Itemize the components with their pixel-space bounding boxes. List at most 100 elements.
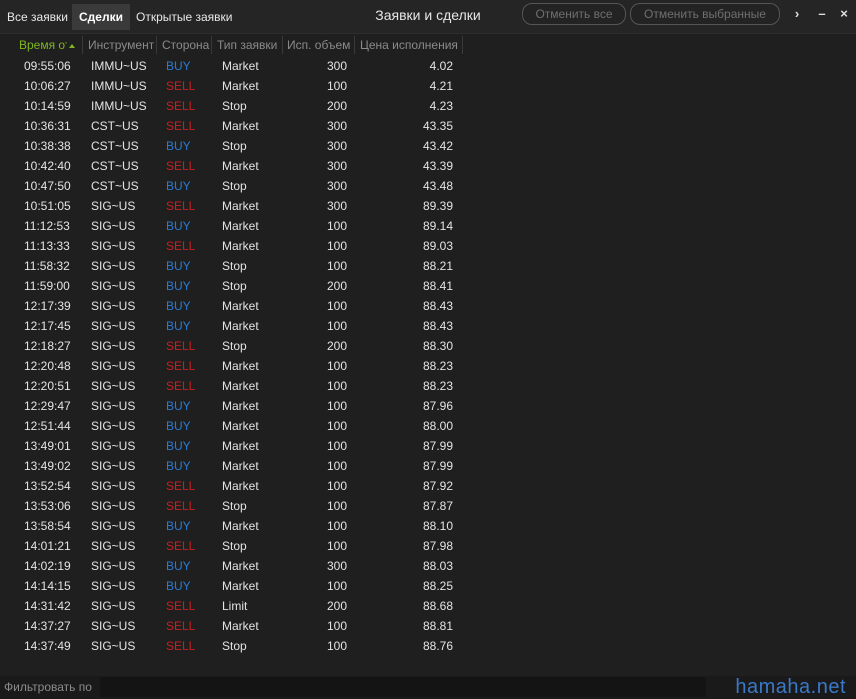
cell-time: 10:42:40 — [24, 159, 71, 173]
table-row[interactable]: 09:55:06 IMMU~US BUY Market 300 4.02 — [0, 56, 856, 76]
cell-volume: 100 — [326, 419, 347, 433]
cell-side: SELL — [166, 539, 196, 553]
cell-price: 43.42 — [422, 139, 453, 153]
table-row[interactable]: 13:52:54 SIG~US SELL Market 100 87.92 — [0, 476, 856, 496]
table-row[interactable]: 11:12:53 SIG~US BUY Market 100 89.14 — [0, 216, 856, 236]
cell-volume: 300 — [326, 119, 347, 133]
table-row[interactable]: 10:42:40 CST~US SELL Market 300 43.39 — [0, 156, 856, 176]
tab-open-orders[interactable]: Открытые заявки — [129, 4, 240, 30]
cell-type: Market — [222, 519, 259, 533]
cell-time: 13:58:54 — [24, 519, 71, 533]
cell-type: Stop — [222, 259, 247, 273]
cell-side: SELL — [166, 499, 196, 513]
cancel-selected-button[interactable]: Отменить выбранные — [630, 3, 780, 25]
cell-type: Market — [222, 579, 259, 593]
table-row[interactable]: 13:49:01 SIG~US BUY Market 100 87.99 — [0, 436, 856, 456]
column-header-time-label: Время от — [19, 38, 67, 52]
cell-side: BUY — [166, 279, 191, 293]
table-row[interactable]: 14:37:27 SIG~US SELL Market 100 88.81 — [0, 616, 856, 636]
cell-price: 88.41 — [422, 279, 453, 293]
table-row[interactable]: 13:58:54 SIG~US BUY Market 100 88.10 — [0, 516, 856, 536]
cell-price: 43.35 — [422, 119, 453, 133]
watermark: hamaha.net — [735, 676, 846, 698]
table-row[interactable]: 12:29:47 SIG~US BUY Market 100 87.96 — [0, 396, 856, 416]
table-row[interactable]: 13:49:02 SIG~US BUY Market 100 87.99 — [0, 456, 856, 476]
cell-side: BUY — [166, 299, 191, 313]
cell-type: Market — [222, 119, 259, 133]
tab-trades[interactable]: Сделки — [72, 4, 130, 30]
table-row[interactable]: 10:47:50 CST~US BUY Stop 300 43.48 — [0, 176, 856, 196]
cell-instrument: SIG~US — [91, 259, 136, 273]
cell-type: Stop — [222, 339, 247, 353]
table-row[interactable]: 11:59:00 SIG~US BUY Stop 200 88.41 — [0, 276, 856, 296]
column-header-volume[interactable]: Исп. объем — [287, 36, 355, 54]
table-row[interactable]: 10:06:27 IMMU~US SELL Market 100 4.21 — [0, 76, 856, 96]
column-header-price[interactable]: Цена исполнения — [360, 36, 463, 54]
cancel-all-button[interactable]: Отменить все — [522, 3, 626, 25]
cell-volume: 100 — [326, 539, 347, 553]
close-icon[interactable]: × — [835, 5, 853, 23]
cell-instrument: CST~US — [91, 179, 139, 193]
cell-volume: 100 — [326, 219, 347, 233]
cell-type: Market — [222, 379, 259, 393]
table-row[interactable]: 13:53:06 SIG~US SELL Stop 100 87.87 — [0, 496, 856, 516]
table-row[interactable]: 10:36:31 CST~US SELL Market 300 43.35 — [0, 116, 856, 136]
cell-price: 4.23 — [429, 99, 453, 113]
cell-time: 12:17:45 — [24, 319, 71, 333]
trades-table-body: 09:55:06 IMMU~US BUY Market 300 4.02 10:06:27 I… — [0, 56, 856, 656]
cell-type: Stop — [222, 139, 247, 153]
minimize-icon[interactable]: – — [813, 5, 831, 23]
cell-time: 12:17:39 — [24, 299, 71, 313]
table-row[interactable]: 12:17:45 SIG~US BUY Market 100 88.43 — [0, 316, 856, 336]
cell-volume: 200 — [326, 279, 347, 293]
cell-price: 87.96 — [422, 399, 453, 413]
cell-instrument: SIG~US — [91, 459, 136, 473]
cell-side: BUY — [166, 519, 191, 533]
column-header-instrument[interactable]: Инструмент — [88, 36, 157, 54]
cell-time: 11:13:33 — [24, 239, 70, 253]
cell-side: BUY — [166, 459, 191, 473]
table-row[interactable]: 12:20:51 SIG~US SELL Market 100 88.23 — [0, 376, 856, 396]
table-row[interactable]: 12:17:39 SIG~US BUY Market 100 88.43 — [0, 296, 856, 316]
table-row[interactable]: 12:51:44 SIG~US BUY Market 100 88.00 — [0, 416, 856, 436]
cell-price: 88.81 — [422, 619, 453, 633]
cell-side: BUY — [166, 439, 191, 453]
cell-side: BUY — [166, 579, 191, 593]
cell-type: Market — [222, 159, 259, 173]
table-row[interactable]: 14:31:42 SIG~US SELL Limit 200 88.68 — [0, 596, 856, 616]
column-header-time[interactable]: Время от — [19, 36, 83, 54]
cell-volume: 100 — [326, 259, 347, 273]
toolbar: Все заявки Сделки Открытые заявки Заявки… — [0, 0, 856, 34]
table-row[interactable]: 12:18:27 SIG~US SELL Stop 200 88.30 — [0, 336, 856, 356]
chevron-right-icon[interactable]: › — [788, 5, 806, 23]
cell-time: 14:37:49 — [24, 639, 71, 653]
table-row[interactable]: 10:51:05 SIG~US SELL Market 300 89.39 — [0, 196, 856, 216]
column-header-type[interactable]: Тип заявки — [217, 36, 283, 54]
table-row[interactable]: 14:14:15 SIG~US BUY Market 100 88.25 — [0, 576, 856, 596]
cell-volume: 300 — [326, 199, 347, 213]
table-row[interactable]: 10:14:59 IMMU~US SELL Stop 200 4.23 — [0, 96, 856, 116]
cell-price: 88.43 — [422, 299, 453, 313]
cell-instrument: SIG~US — [91, 439, 136, 453]
tab-all-orders[interactable]: Все заявки — [0, 4, 75, 30]
cell-volume: 100 — [326, 359, 347, 373]
table-row[interactable]: 14:02:19 SIG~US BUY Market 300 88.03 — [0, 556, 856, 576]
cell-volume: 100 — [326, 619, 347, 633]
table-row[interactable]: 14:37:49 SIG~US SELL Stop 100 88.76 — [0, 636, 856, 656]
cell-type: Market — [222, 59, 259, 73]
table-row[interactable]: 11:13:33 SIG~US SELL Market 100 89.03 — [0, 236, 856, 256]
table-row[interactable]: 12:20:48 SIG~US SELL Market 100 88.23 — [0, 356, 856, 376]
cell-price: 87.92 — [422, 479, 453, 493]
column-header-side[interactable]: Сторона — [162, 36, 212, 54]
table-row[interactable]: 11:58:32 SIG~US BUY Stop 100 88.21 — [0, 256, 856, 276]
table-row[interactable]: 14:01:21 SIG~US SELL Stop 100 87.98 — [0, 536, 856, 556]
cell-volume: 100 — [326, 579, 347, 593]
cell-instrument: SIG~US — [91, 379, 136, 393]
cell-instrument: SIG~US — [91, 199, 136, 213]
cell-side: BUY — [166, 179, 191, 193]
table-row[interactable]: 10:38:38 CST~US BUY Stop 300 43.42 — [0, 136, 856, 156]
filter-input[interactable] — [100, 677, 706, 697]
cell-type: Market — [222, 479, 259, 493]
cell-type: Stop — [222, 179, 247, 193]
cell-time: 13:49:02 — [24, 459, 71, 473]
